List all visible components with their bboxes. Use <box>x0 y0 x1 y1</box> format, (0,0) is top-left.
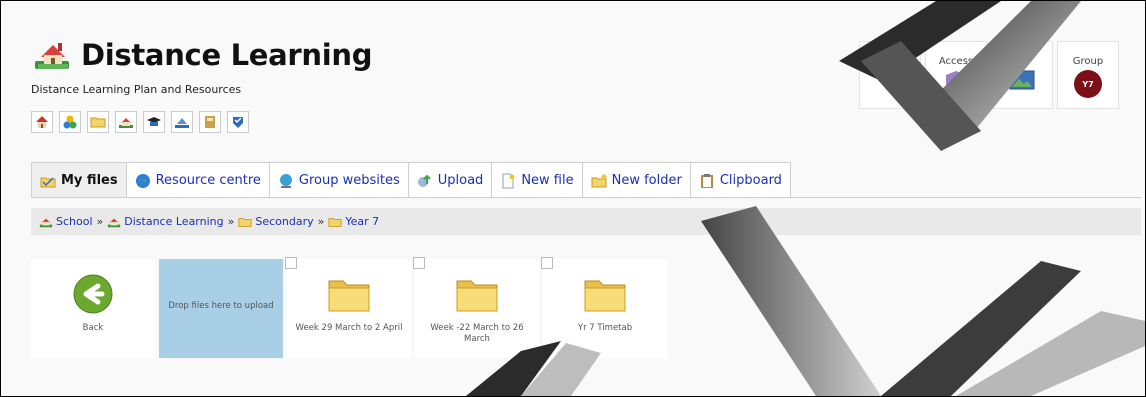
group-badge: Y7 <box>1074 70 1102 98</box>
breadcrumb-separator: » <box>96 215 104 228</box>
breadcrumb-school[interactable]: School <box>39 215 93 229</box>
folder-card[interactable]: Week -22 March to 26 March <box>413 257 539 358</box>
access-tile[interactable]: Access <box>925 41 987 109</box>
header-tiles: tions Access Group Y7 <box>859 41 1119 109</box>
breadcrumb-label: School <box>56 215 93 228</box>
folder-icon <box>238 217 252 227</box>
my-files-icon <box>40 176 56 187</box>
new-file-icon <box>502 173 515 188</box>
tab-new-folder[interactable]: New folder <box>581 162 691 198</box>
tab-my-files[interactable]: My files <box>31 162 127 198</box>
school-logo-icon <box>35 43 69 69</box>
school-icon <box>108 218 121 227</box>
graduation-icon[interactable] <box>143 111 165 133</box>
globe-icon <box>135 173 150 188</box>
tab-resource-centre[interactable]: Resource centre <box>125 162 270 198</box>
home-icon[interactable] <box>31 111 53 133</box>
learning-icon[interactable] <box>171 111 193 133</box>
tab-label: My files <box>61 173 118 188</box>
tab-label: New file <box>521 173 574 188</box>
drop-zone-label: Drop files here to upload <box>168 301 274 311</box>
breadcrumb-label: Year 7 <box>345 215 380 228</box>
tab-label: Group websites <box>298 173 400 188</box>
tab-label: Clipboard <box>719 173 782 188</box>
back-card[interactable]: Back <box>31 259 155 358</box>
folder-label: Week 29 March to 2 April <box>295 323 403 333</box>
tab-clipboard[interactable]: Clipboard <box>689 162 791 198</box>
quick-icons-bar <box>31 111 249 133</box>
breadcrumb-secondary[interactable]: Secondary <box>238 215 314 229</box>
group-label: Group <box>1072 56 1104 67</box>
tab-label: New folder <box>611 173 682 188</box>
tab-new-file[interactable]: New file <box>491 162 583 198</box>
page-subtitle: Distance Learning Plan and Resources <box>31 83 242 96</box>
picture-icon <box>1009 70 1035 90</box>
folder-icon <box>456 280 498 312</box>
new-folder-icon <box>591 174 607 187</box>
folder-icon <box>328 280 370 312</box>
school-icon <box>39 218 53 227</box>
breadcrumb-separator: » <box>227 215 235 228</box>
badge-icon[interactable] <box>227 111 249 133</box>
blocks-icon[interactable] <box>59 111 81 133</box>
select-checkbox[interactable] <box>285 257 297 269</box>
breadcrumb-year-7[interactable]: Year 7 <box>328 215 379 229</box>
folder-label: Yr 7 Timetab <box>577 323 633 333</box>
page-title: Distance Learning <box>81 38 373 72</box>
folder-card[interactable]: Week 29 March to 2 April <box>285 257 411 358</box>
tab-divider <box>31 197 1141 198</box>
back-label: Back <box>82 323 104 333</box>
folder-card[interactable]: Yr 7 Timetab <box>541 257 667 358</box>
back-arrow-icon <box>73 274 113 314</box>
breadcrumb-label: Distance Learning <box>124 215 224 228</box>
tab-group-websites[interactable]: Group websites <box>268 162 409 198</box>
select-checkbox[interactable] <box>413 257 425 269</box>
school-icon[interactable] <box>115 111 137 133</box>
select-checkbox[interactable] <box>541 257 553 269</box>
picture-tile[interactable] <box>991 41 1053 109</box>
tab-label: Resource centre <box>155 173 261 188</box>
breadcrumb-label: Secondary <box>255 215 314 228</box>
upload-icon <box>417 174 431 187</box>
breadcrumb-distance-learning[interactable]: Distance Learning <box>107 215 224 229</box>
group-tile[interactable]: Group Y7 <box>1057 41 1119 109</box>
globe-network-icon <box>279 173 292 188</box>
folder-icon <box>328 217 342 227</box>
files-grid: Back Drop files here to upload Week 29 M… <box>31 257 667 358</box>
header: Distance Learning <box>33 35 373 75</box>
folder-icon[interactable] <box>87 111 109 133</box>
tab-upload[interactable]: Upload <box>407 162 493 198</box>
options-label: tions <box>877 56 903 67</box>
breadcrumb-separator: » <box>317 215 325 228</box>
page-frame: Distance Learning Distance Learning Plan… <box>0 0 1146 397</box>
clipboard-icon <box>700 173 713 188</box>
folder-icon <box>584 280 626 312</box>
options-tile[interactable]: tions <box>859 41 921 109</box>
folder-label: Week -22 March to 26 March <box>430 323 524 344</box>
shield-check-icon <box>946 71 966 95</box>
drop-zone[interactable]: Drop files here to upload <box>159 259 283 358</box>
notebook-icon[interactable] <box>199 111 221 133</box>
access-label: Access <box>938 56 974 67</box>
tab-label: Upload <box>437 173 484 188</box>
breadcrumb: School » Distance Learning » Secondary »… <box>31 208 1141 235</box>
file-tabs: My files Resource centre Group websites … <box>31 162 791 198</box>
